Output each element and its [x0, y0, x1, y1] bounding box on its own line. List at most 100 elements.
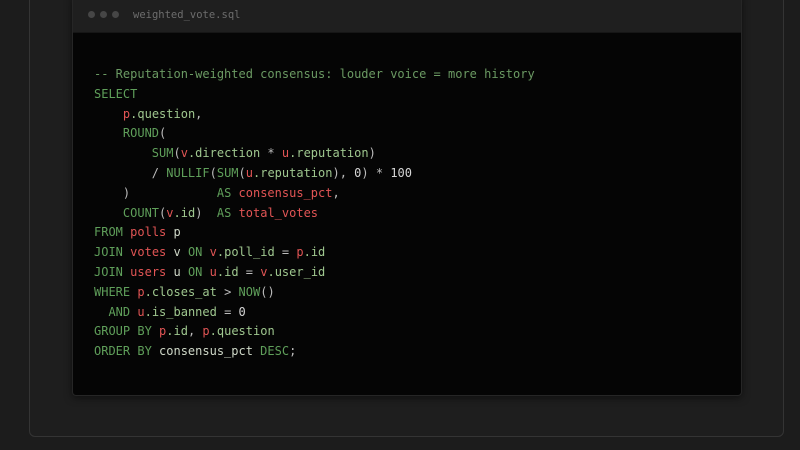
code-token-punct: =	[274, 245, 297, 260]
code-token-punct: =	[216, 304, 239, 319]
code-line: ORDER BY consensus_pct DESC;	[94, 342, 535, 362]
code-token-ident: .question	[130, 106, 196, 121]
editor-title-bar: weighted_vote.sql	[73, 0, 741, 33]
code-token-ident: .direction	[187, 146, 261, 161]
code-token-alias: v	[180, 146, 188, 161]
code-token-keyword: NULLIF	[166, 165, 210, 180]
code-token-keyword: ON	[187, 245, 203, 260]
code-token-comment: -- Reputation-weighted consensus: louder…	[94, 67, 535, 81]
code-line: -- Reputation-weighted consensus: louder…	[94, 65, 535, 85]
code-line: GROUP BY p.id, p.question	[94, 322, 535, 342]
code-token-ident: .question	[209, 324, 275, 339]
code-token-punct: ,	[195, 106, 203, 121]
code-token-ident: .reputation	[289, 146, 369, 161]
code-token-alias: p	[296, 245, 304, 260]
code-line: ROUND(	[94, 124, 535, 144]
code-line: JOIN votes v ON v.poll_id = p.id	[94, 243, 535, 263]
code-token-keyword: ON	[187, 264, 203, 279]
code-token-punct: )	[368, 146, 376, 161]
code-token-punct: (	[173, 146, 181, 161]
code-token-alias: v	[166, 205, 174, 220]
code-token-punct: (	[159, 126, 167, 141]
code-token-plain: v	[166, 245, 188, 260]
code-token-ident: .is_banned	[144, 304, 217, 319]
code-line: / NULLIF(SUM(u.reputation), 0) * 100	[94, 164, 535, 184]
code-token-punct: ) *	[361, 165, 391, 180]
code-token-keyword: SELECT	[94, 86, 138, 101]
code-token-plain: u	[166, 264, 188, 279]
code-token-ident: .closes_at	[144, 284, 217, 299]
code-token-punct: ,	[187, 324, 203, 339]
code-token-alias: consensus_pct	[238, 185, 333, 200]
code-token-alias: total_votes	[238, 205, 319, 220]
code-line: SELECT	[94, 85, 535, 105]
window-minimize-dot-icon[interactable]	[100, 11, 107, 18]
code-token-plain: consensus_pct	[151, 344, 261, 359]
code-token-ident: .user_id	[267, 264, 326, 279]
sql-code-block[interactable]: -- Reputation-weighted consensus: louder…	[94, 65, 535, 362]
code-token-keyword: AS	[216, 185, 232, 200]
code-token-alias: p	[137, 284, 145, 299]
code-line: WHERE p.closes_at > NOW()	[94, 283, 535, 303]
code-token-ident: .id	[173, 205, 196, 220]
code-token-number: 0	[238, 304, 246, 319]
code-token-punct: ()	[260, 284, 275, 299]
window-maximize-dot-icon[interactable]	[112, 11, 119, 18]
code-line: FROM polls p	[94, 223, 535, 243]
code-token-keyword: SUM	[216, 165, 239, 180]
code-token-alias: v	[209, 245, 217, 260]
code-token-punct: *	[260, 146, 282, 161]
code-token-keyword: WHERE	[94, 284, 131, 299]
code-token-ident: .poll_id	[216, 245, 275, 260]
code-token-alias: votes	[130, 245, 167, 260]
code-token-alias: u	[137, 304, 145, 319]
code-token-number: 100	[390, 165, 412, 180]
code-token-punct: (	[209, 165, 217, 180]
code-token-alias: u	[245, 165, 253, 180]
editor-filename: weighted_vote.sql	[133, 9, 241, 21]
code-token-keyword: ORDER BY	[94, 344, 152, 359]
code-token-alias: u	[209, 264, 217, 279]
code-line: SUM(v.direction * u.reputation)	[94, 144, 535, 164]
code-token-keyword: FROM	[94, 225, 123, 240]
code-token-ident: .id	[216, 264, 239, 279]
code-line: AND u.is_banned = 0	[94, 303, 535, 323]
code-token-ident: .id	[166, 324, 188, 339]
code-token-alias: p	[202, 324, 210, 339]
code-line: JOIN users u ON u.id = v.user_id	[94, 263, 535, 283]
code-token-ident: .id	[303, 245, 326, 260]
code-line: p.question,	[94, 105, 535, 125]
window-close-dot-icon[interactable]	[88, 11, 95, 18]
code-line: ) AS consensus_pct,	[94, 184, 535, 204]
code-token-punct: ),	[332, 165, 355, 180]
code-token-keyword: DESC	[260, 344, 290, 359]
code-token-keyword: AND	[108, 304, 131, 319]
code-token-punct: >	[216, 284, 239, 299]
code-token-punct: =	[238, 264, 261, 279]
code-token-alias: users	[130, 264, 167, 279]
code-token-keyword: AS	[216, 205, 232, 220]
code-token-keyword: JOIN	[94, 264, 123, 279]
code-token-keyword: ROUND	[122, 126, 160, 141]
code-line: COUNT(v.id) AS total_votes	[94, 204, 535, 224]
code-token-ident: .reputation	[253, 165, 333, 180]
code-token-alias: polls	[130, 225, 167, 240]
code-editor-window: weighted_vote.sql -- Reputation-weighted…	[72, 0, 742, 396]
code-token-punct: (	[238, 165, 246, 180]
code-token-keyword: GROUP BY	[94, 324, 152, 339]
code-token-keyword: NOW	[238, 284, 261, 299]
code-token-keyword: JOIN	[94, 245, 123, 260]
